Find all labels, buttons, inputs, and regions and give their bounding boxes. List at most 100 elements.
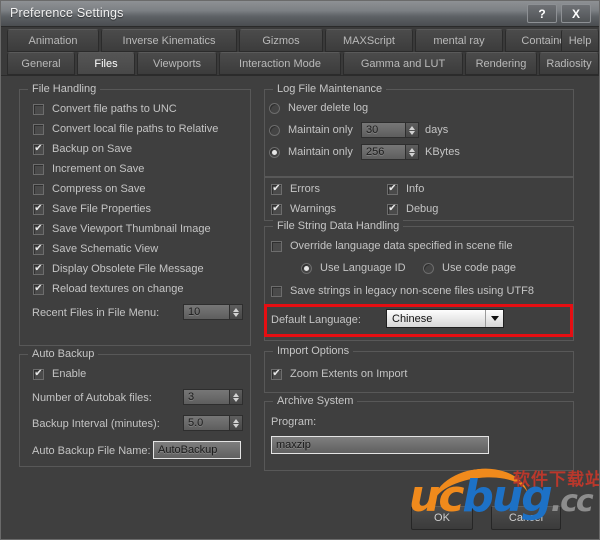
tab-interaction-mode[interactable]: Interaction Mode	[219, 52, 341, 75]
default-language-value: Chinese	[392, 312, 433, 325]
tab-rendering[interactable]: Rendering	[465, 52, 537, 75]
checkbox-backup-on-save[interactable]: Backup on Save	[33, 143, 132, 155]
radio-dot	[269, 102, 280, 114]
auto-backup-filename-label: Auto Backup File Name:	[32, 445, 151, 457]
checkbox-label: Reload textures on change	[52, 283, 184, 295]
checkbox-label: Increment on Save	[52, 163, 145, 175]
stepper-arrows-icon[interactable]	[405, 122, 419, 138]
radio-label: Maintain only	[288, 124, 353, 136]
stepper-arrows-icon[interactable]	[229, 389, 243, 405]
tab-gamma-and-lut[interactable]: Gamma and LUT	[343, 52, 463, 75]
radio-label: Use code page	[442, 262, 516, 274]
checkbox-log-info[interactable]: Info	[387, 183, 424, 195]
backup-interval-value[interactable]: 5.0	[183, 415, 229, 431]
radio-use-language-id[interactable]: Use Language ID	[301, 262, 406, 274]
group-file-string-data-handling-title: File String Data Handling	[273, 220, 404, 232]
tab-files[interactable]: Files	[77, 52, 135, 75]
checkbox-save-schematic-view[interactable]: Save Schematic View	[33, 243, 158, 255]
checkbox-log-debug[interactable]: Debug	[387, 203, 438, 215]
recent-files-value[interactable]: 10	[183, 304, 229, 320]
checkbox-box	[271, 285, 282, 297]
radio-never-delete-log[interactable]: Never delete log	[269, 102, 368, 114]
recent-files-stepper[interactable]: 10	[183, 304, 243, 320]
tab-maxscript[interactable]: MAXScript	[325, 29, 413, 52]
tab-gizmos[interactable]: Gizmos	[239, 29, 323, 52]
default-language-dropdown[interactable]: Chinese	[386, 309, 504, 328]
auto-backup-filename-input[interactable]: AutoBackup	[153, 441, 241, 459]
num-autobak-files-label: Number of Autobak files:	[32, 392, 152, 404]
checkbox-convert-file-paths-to-unc[interactable]: Convert file paths to UNC	[33, 103, 177, 115]
checkbox-label: Errors	[290, 183, 320, 195]
ok-button[interactable]: OK	[411, 506, 473, 530]
cancel-button[interactable]: Cancel	[491, 506, 561, 530]
radio-label: Use Language ID	[320, 262, 406, 274]
checkbox-override-language-data[interactable]: Override language data specified in scen…	[271, 240, 513, 252]
tab-mental-ray[interactable]: mental ray	[415, 29, 503, 52]
title-bar: Preference Settings ? X	[1, 1, 599, 27]
radio-maintain-only-kbytes[interactable]: Maintain only	[269, 146, 353, 158]
checkbox-box	[33, 103, 44, 115]
backup-interval-label: Backup Interval (minutes):	[32, 418, 160, 430]
log-kbytes-stepper[interactable]: 256	[361, 144, 419, 160]
checkbox-box	[33, 143, 44, 155]
checkbox-box	[33, 203, 44, 215]
checkbox-label: Zoom Extents on Import	[290, 368, 408, 380]
radio-dot	[301, 262, 312, 274]
checkbox-label: Warnings	[290, 203, 337, 215]
stepper-arrows-icon[interactable]	[229, 415, 243, 431]
group-auto-backup-title: Auto Backup	[28, 348, 99, 360]
checkbox-label: Convert file paths to UNC	[52, 103, 177, 115]
checkbox-display-obsolete-file-message[interactable]: Display Obsolete File Message	[33, 263, 204, 275]
help-button[interactable]: ?	[527, 4, 557, 23]
checkbox-zoom-extents-on-import[interactable]: Zoom Extents on Import	[271, 368, 407, 380]
checkbox-save-strings-legacy-utf8[interactable]: Save strings in legacy non-scene files u…	[271, 285, 534, 297]
checkbox-reload-textures-on-change[interactable]: Reload textures on change	[33, 283, 183, 295]
stepper-arrows-icon[interactable]	[405, 144, 419, 160]
checkbox-increment-on-save[interactable]: Increment on Save	[33, 163, 144, 175]
checkbox-box	[33, 223, 44, 235]
checkbox-label: Debug	[406, 203, 439, 215]
checkbox-label: Backup on Save	[52, 143, 133, 155]
checkbox-label: Info	[406, 183, 425, 195]
checkbox-label: Compress on Save	[52, 183, 146, 195]
tab-general[interactable]: General	[7, 52, 75, 75]
radio-use-code-page[interactable]: Use code page	[423, 262, 516, 274]
close-button[interactable]: X	[561, 4, 591, 23]
tab-inverse-kinematics[interactable]: Inverse Kinematics	[101, 29, 237, 52]
checkbox-save-viewport-thumbnail-image[interactable]: Save Viewport Thumbnail Image	[33, 223, 211, 235]
stepper-arrows-icon[interactable]	[229, 304, 243, 320]
checkbox-convert-local-file-paths-to-relative[interactable]: Convert local file paths to Relative	[33, 123, 218, 135]
tab-help[interactable]: Help	[561, 29, 599, 52]
checkbox-auto-backup-enable[interactable]: Enable	[33, 368, 86, 380]
recent-files-label: Recent Files in File Menu:	[32, 307, 160, 319]
group-log-file-maintenance-title: Log File Maintenance	[273, 83, 387, 95]
backup-interval-stepper[interactable]: 5.0	[183, 415, 243, 431]
checkbox-compress-on-save[interactable]: Compress on Save	[33, 183, 146, 195]
window-title: Preference Settings	[10, 6, 124, 20]
num-autobak-files-stepper[interactable]: 3	[183, 389, 243, 405]
log-days-stepper[interactable]: 30	[361, 122, 419, 138]
log-days-unit-label: days	[425, 124, 449, 136]
num-autobak-files-value[interactable]: 3	[183, 389, 229, 405]
radio-maintain-only-days[interactable]: Maintain only	[269, 124, 353, 136]
tab-animation[interactable]: Animation	[7, 29, 99, 52]
log-kbytes-value[interactable]: 256	[361, 144, 405, 160]
checkbox-box	[33, 243, 44, 255]
chevron-down-icon[interactable]	[485, 310, 503, 327]
archive-program-input[interactable]: maxzip	[271, 436, 489, 454]
checkbox-label: Save strings in legacy non-scene files u…	[290, 285, 534, 297]
checkbox-label: Convert local file paths to Relative	[52, 123, 219, 135]
default-language-label: Default Language:	[271, 314, 361, 326]
group-file-handling-title: File Handling	[28, 83, 101, 95]
tab-radiosity[interactable]: Radiosity	[539, 52, 599, 75]
checkbox-log-errors[interactable]: Errors	[271, 183, 320, 195]
log-kbytes-unit-label: KBytes	[425, 146, 460, 158]
checkbox-log-warnings[interactable]: Warnings	[271, 203, 336, 215]
checkbox-box	[271, 240, 282, 252]
archive-program-label: Program:	[271, 416, 317, 428]
tab-row-2: General Files Viewports Interaction Mode…	[1, 52, 599, 75]
checkbox-save-file-properties[interactable]: Save File Properties	[33, 203, 151, 215]
checkbox-box	[33, 263, 44, 275]
tab-viewports[interactable]: Viewports	[137, 52, 217, 75]
log-days-value[interactable]: 30	[361, 122, 405, 138]
